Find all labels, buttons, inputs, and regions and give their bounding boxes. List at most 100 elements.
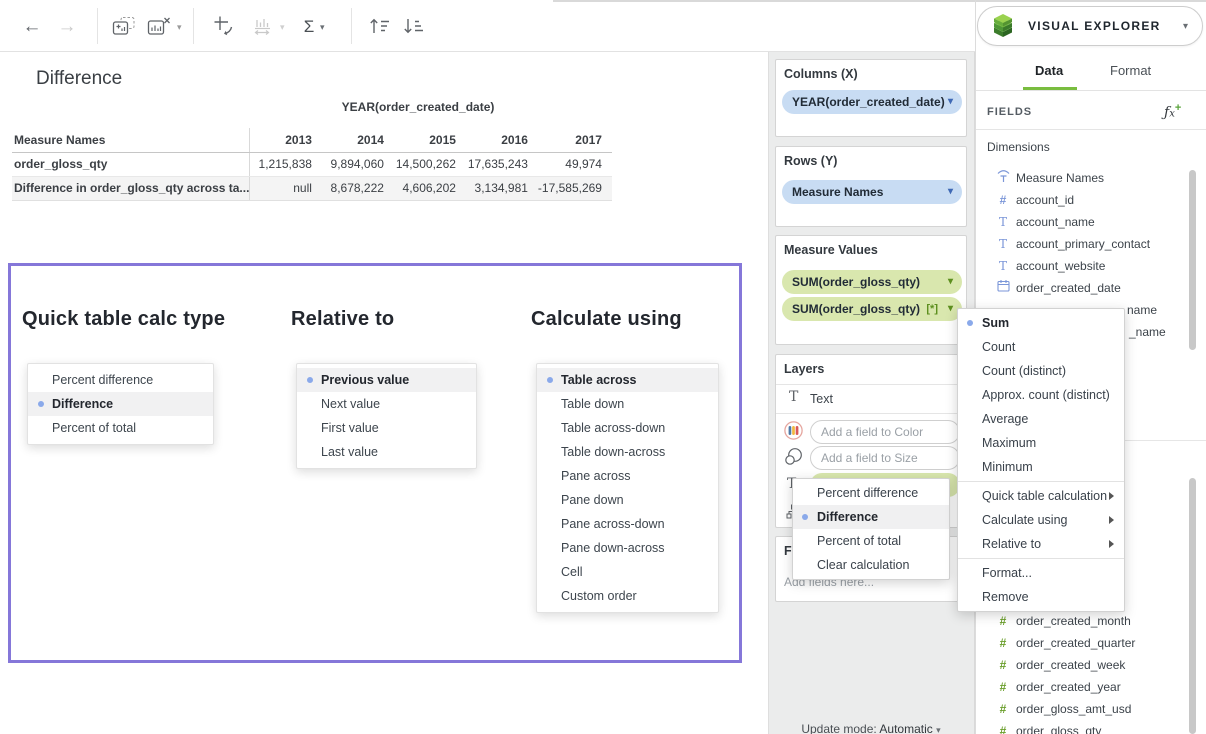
occluded-field-fragment[interactable]: _name bbox=[1129, 325, 1166, 339]
column-header[interactable]: 2014 bbox=[322, 128, 394, 152]
field-order-gloss-amt-usd[interactable]: # order_gloss_amt_usd bbox=[975, 698, 1185, 720]
table-row: Difference in order_gloss_qty across ta.… bbox=[12, 176, 612, 200]
table-cell[interactable]: 49,974 bbox=[538, 152, 612, 176]
option-custom-order[interactable]: Custom order bbox=[537, 584, 718, 608]
option-percent-of-total[interactable]: Percent of total bbox=[28, 416, 213, 440]
dimensions-scrollbar-thumb[interactable] bbox=[1189, 170, 1196, 350]
text-layer-label[interactable]: Text bbox=[810, 392, 833, 406]
field-account-name[interactable]: T account_name bbox=[975, 211, 1185, 233]
measure-values-pill-2[interactable]: SUM(order_gloss_qty) [*] ▾ bbox=[782, 297, 962, 321]
option-next-value[interactable]: Next value bbox=[297, 392, 476, 416]
tab-format[interactable]: Format bbox=[1110, 63, 1151, 78]
option-percent-difference[interactable]: Percent difference bbox=[28, 368, 213, 392]
option-pane-down-across[interactable]: Pane down-across bbox=[537, 536, 718, 560]
update-mode-control[interactable]: Update mode: Automatic ▾ bbox=[775, 722, 967, 734]
field-order-created-year[interactable]: # order_created_year bbox=[975, 676, 1185, 698]
menu-item-average[interactable]: Average bbox=[958, 407, 1124, 431]
number-field-icon: # bbox=[995, 702, 1011, 716]
option-pane-across[interactable]: Pane across bbox=[537, 464, 718, 488]
option-table-down-across[interactable]: Table down-across bbox=[537, 440, 718, 464]
table-cell[interactable]: 9,894,060 bbox=[322, 152, 394, 176]
menu-item-format[interactable]: Format... bbox=[958, 561, 1124, 585]
option-table-across[interactable]: Table across bbox=[537, 368, 718, 392]
field-account-id[interactable]: # account_id bbox=[975, 189, 1185, 211]
menu-item-count[interactable]: Count bbox=[958, 335, 1124, 359]
sort-descending-icon bbox=[402, 17, 425, 35]
menu-item-minimum[interactable]: Minimum bbox=[958, 455, 1124, 479]
totals-dropdown-icon[interactable]: ▾ bbox=[320, 22, 325, 33]
column-header[interactable]: 2017 bbox=[538, 128, 612, 152]
sort-descending-button[interactable] bbox=[399, 12, 427, 40]
option-pane-across-down[interactable]: Pane across-down bbox=[537, 512, 718, 536]
chevron-down-icon[interactable]: ▾ bbox=[948, 90, 953, 114]
menu-item-calculate-using[interactable]: Calculate using bbox=[958, 508, 1124, 532]
rows-pill[interactable]: Measure Names ▾ bbox=[782, 180, 962, 204]
menu-item-maximum[interactable]: Maximum bbox=[958, 431, 1124, 455]
toolbar-divider bbox=[97, 8, 98, 44]
measure-values-pill-1[interactable]: SUM(order_gloss_qty) ▾ bbox=[782, 270, 962, 294]
relative-to-heading: Relative to bbox=[291, 308, 394, 331]
table-cell[interactable]: 17,635,243 bbox=[466, 152, 538, 176]
chevron-down-icon[interactable]: ▾ bbox=[948, 270, 953, 294]
option-last-value[interactable]: Last value bbox=[297, 440, 476, 464]
option-table-down[interactable]: Table down bbox=[537, 392, 718, 416]
chevron-down-icon[interactable]: ▾ bbox=[948, 297, 953, 321]
field-account-website[interactable]: T account_website bbox=[975, 255, 1185, 277]
menu-item-count-distinct[interactable]: Count (distinct) bbox=[958, 359, 1124, 383]
option-cell[interactable]: Cell bbox=[537, 560, 718, 584]
submenu-item-clear-calculation[interactable]: Clear calculation bbox=[793, 553, 949, 577]
field-label: order_created_date bbox=[1016, 281, 1121, 295]
sort-ascending-button[interactable] bbox=[365, 12, 393, 40]
table-cell[interactable]: 8,678,222 bbox=[322, 176, 394, 200]
option-table-across-down[interactable]: Table across-down bbox=[537, 416, 718, 440]
field-order-created-date[interactable]: order_created_date bbox=[975, 277, 1185, 299]
row-label[interactable]: Difference in order_gloss_qty across ta.… bbox=[12, 176, 250, 200]
table-cell[interactable]: 14,500,262 bbox=[394, 152, 466, 176]
create-calculated-field-icon[interactable]: ƒx+ bbox=[1164, 102, 1181, 121]
column-header[interactable]: 2013 bbox=[250, 128, 322, 152]
row-label[interactable]: order_gloss_qty bbox=[12, 152, 250, 176]
fit-axes-button[interactable] bbox=[249, 12, 277, 40]
option-first-value[interactable]: First value bbox=[297, 416, 476, 440]
option-previous-value[interactable]: Previous value bbox=[297, 368, 476, 392]
field-measure-names[interactable]: Measure Names bbox=[975, 167, 1185, 189]
size-field-input[interactable] bbox=[810, 446, 960, 470]
table-cell[interactable]: 3,134,981 bbox=[466, 176, 538, 200]
submenu-item-percent-difference[interactable]: Percent difference bbox=[793, 481, 949, 505]
forward-button[interactable]: → bbox=[54, 12, 80, 40]
field-order-created-month[interactable]: # order_created_month bbox=[975, 610, 1185, 632]
table-cell[interactable]: null bbox=[250, 176, 322, 200]
clear-sheet-dropdown-icon[interactable]: ▾ bbox=[177, 22, 182, 33]
table-cell[interactable]: 1,215,838 bbox=[250, 152, 322, 176]
menu-item-quick-table-calculation[interactable]: Quick table calculation bbox=[958, 484, 1124, 508]
menu-item-approx-count-distinct[interactable]: Approx. count (distinct) bbox=[958, 383, 1124, 407]
pill-label: YEAR(order_created_date) bbox=[792, 95, 945, 109]
submenu-item-percent-of-total[interactable]: Percent of total bbox=[793, 529, 949, 553]
menu-item-remove[interactable]: Remove bbox=[958, 585, 1124, 609]
field-order-created-week[interactable]: # order_created_week bbox=[975, 654, 1185, 676]
submenu-item-difference[interactable]: Difference bbox=[793, 505, 949, 529]
table-cell[interactable]: 4,606,202 bbox=[394, 176, 466, 200]
columns-pill[interactable]: YEAR(order_created_date) ▾ bbox=[782, 90, 962, 114]
measures-scrollbar-thumb[interactable] bbox=[1189, 478, 1196, 734]
table-cell[interactable]: -17,585,269 bbox=[538, 176, 612, 200]
clear-sheet-button[interactable] bbox=[145, 12, 173, 40]
column-header[interactable]: 2016 bbox=[466, 128, 538, 152]
app-switcher-button[interactable]: VISUAL EXPLORER ▾ bbox=[977, 6, 1203, 46]
color-field-input[interactable] bbox=[810, 420, 960, 444]
swap-axes-button[interactable] bbox=[211, 12, 239, 40]
chevron-down-icon[interactable]: ▾ bbox=[948, 180, 953, 204]
duplicate-sheet-button[interactable] bbox=[110, 12, 138, 40]
back-button[interactable]: ← bbox=[19, 12, 45, 40]
option-difference[interactable]: Difference bbox=[28, 392, 213, 416]
field-order-created-quarter[interactable]: # order_created_quarter bbox=[975, 632, 1185, 654]
field-account-primary-contact[interactable]: T account_primary_contact bbox=[975, 233, 1185, 255]
option-pane-down[interactable]: Pane down bbox=[537, 488, 718, 512]
menu-item-relative-to[interactable]: Relative to bbox=[958, 532, 1124, 556]
tab-data[interactable]: Data bbox=[1035, 63, 1063, 78]
occluded-field-fragment[interactable]: name bbox=[1127, 303, 1157, 317]
field-order-gloss-qty[interactable]: # order_gloss_qty bbox=[975, 720, 1185, 734]
column-header[interactable]: 2015 bbox=[394, 128, 466, 152]
totals-button[interactable]: Σ bbox=[299, 12, 319, 40]
menu-item-sum[interactable]: Sum bbox=[958, 311, 1124, 335]
